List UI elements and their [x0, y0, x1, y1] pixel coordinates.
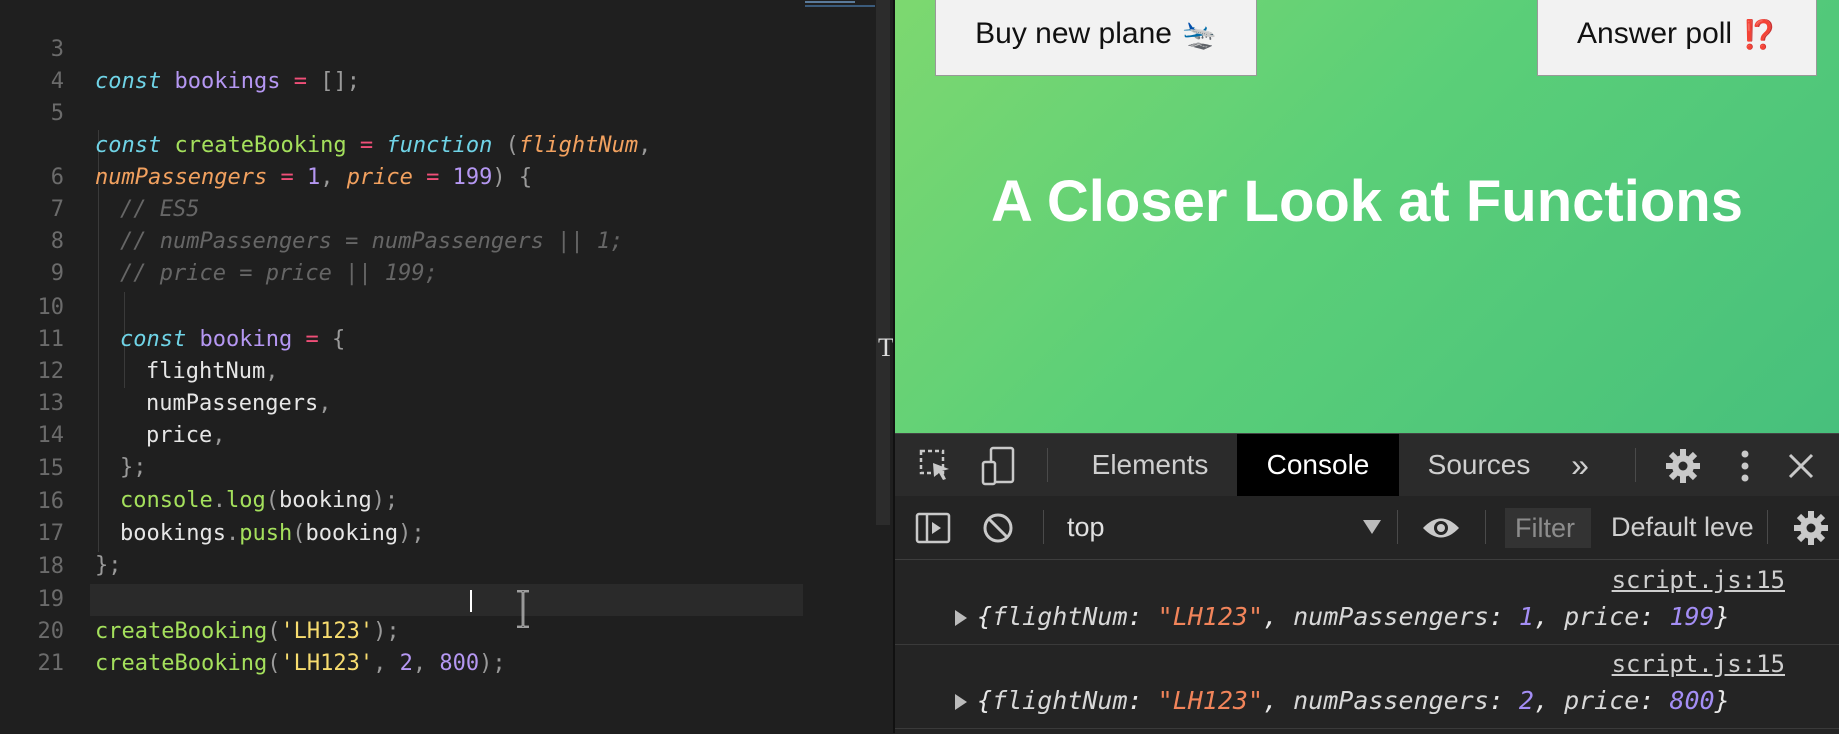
filter-input[interactable]: Filter	[1505, 508, 1591, 548]
ibeam-cursor-icon	[517, 590, 529, 628]
code-line: 17 };	[0, 486, 893, 578]
editor-scrollbar[interactable]	[876, 0, 890, 525]
console-toolbar: top Filter Default levels	[895, 496, 1839, 560]
answer-poll-button[interactable]: Answer poll ⁉️	[1537, 0, 1817, 76]
devtools-panel: Elements Console Sources » top Filter De…	[895, 433, 1839, 734]
buy-plane-label: Buy new plane	[975, 17, 1172, 50]
tab-divider	[1635, 448, 1636, 482]
code-line: 11 flightNum,	[0, 292, 893, 384]
expand-triangle-icon[interactable]	[955, 694, 967, 710]
console-log-entry: script.js:15 {flightNum: "LH123", numPas…	[895, 644, 1839, 729]
tab-elements[interactable]: Elements	[1075, 434, 1225, 496]
chevron-down-icon[interactable]	[1363, 520, 1381, 534]
code-line: 7 // numPassengers = numPassengers || 1;	[0, 162, 893, 254]
code-line: 8 // price = price || 199;	[0, 194, 893, 286]
close-icon[interactable]	[1783, 448, 1819, 484]
expand-triangle-icon[interactable]	[955, 610, 967, 626]
split-resize-icon[interactable]: T	[878, 333, 893, 363]
log-object[interactable]: {flightNum: "LH123", numPassengers: 1, p…	[977, 602, 1730, 631]
log-levels-dropdown[interactable]: Default levels	[1611, 496, 1753, 559]
settings-gear-icon[interactable]	[1663, 446, 1703, 486]
code-line: 3 const bookings = [];	[0, 2, 893, 94]
more-tabs-button[interactable]: »	[1555, 434, 1605, 496]
answer-poll-label: Answer poll	[1577, 17, 1733, 50]
clear-console-icon[interactable]	[979, 509, 1017, 547]
code-line: 18	[0, 519, 893, 579]
page-title: A Closer Look at Functions	[991, 169, 1743, 234]
context-selector[interactable]: top	[1067, 496, 1105, 559]
buy-plane-button[interactable]: Buy new plane 🛬	[935, 0, 1257, 76]
text-caret	[470, 590, 472, 612]
code-line: 20 createBooking('LH123', 2, 800);	[0, 584, 893, 676]
toolbar-divider	[1767, 510, 1768, 544]
code-line: 5 const createBooking = function (flight…	[0, 66, 893, 158]
console-settings-gear-icon[interactable]	[1791, 508, 1831, 548]
code-line: 14 };	[0, 388, 893, 480]
tab-sources[interactable]: Sources	[1409, 434, 1549, 496]
log-source-link[interactable]: script.js:15	[1612, 650, 1785, 678]
code-line: 16 bookings.push(booking);	[0, 454, 893, 546]
tab-console[interactable]: Console	[1237, 434, 1399, 496]
sidebar-toggle-icon[interactable]	[913, 509, 953, 547]
device-toolbar-icon[interactable]	[979, 446, 1019, 486]
eye-icon[interactable]	[1419, 510, 1463, 546]
code-line: 6 // ES5	[0, 130, 893, 222]
code-line: 9	[0, 226, 893, 286]
code-line: 4	[0, 34, 893, 94]
toolbar-divider	[1397, 510, 1398, 544]
code-line: 13 price,	[0, 356, 893, 448]
toolbar-divider	[1043, 510, 1044, 544]
log-object[interactable]: {flightNum: "LH123", numPassengers: 2, p…	[977, 686, 1730, 715]
tab-divider	[1047, 448, 1048, 482]
code-line: numPassengers = 1, price = 199) {	[95, 165, 533, 190]
code-line: 21	[0, 616, 893, 676]
inspect-element-icon[interactable]	[917, 448, 955, 484]
airplane-icon: 🛬	[1181, 18, 1217, 50]
line-number: 21	[37, 651, 65, 676]
toolbar-divider	[1485, 510, 1486, 544]
kebab-menu-icon[interactable]	[1733, 446, 1757, 486]
minimap[interactable]	[805, 0, 875, 8]
log-source-link[interactable]: script.js:15	[1612, 566, 1785, 594]
code-line: 12 numPassengers,	[0, 324, 893, 416]
code-line: 10 const booking = {	[0, 260, 893, 352]
devtools-tab-bar: Elements Console Sources »	[895, 434, 1839, 497]
browser-page: Buy new plane 🛬 Answer poll ⁉️ A Closer …	[895, 0, 1839, 433]
console-log-entry: script.js:15 {flightNum: "LH123", numPas…	[895, 560, 1839, 645]
code-editor[interactable]: 3 const bookings = []; 4 5 const createB…	[0, 0, 893, 733]
code-line: 15 console.log(booking);	[0, 421, 893, 513]
interrobang-icon: ⁉️	[1742, 18, 1777, 50]
code-line: 19 createBooking('LH123');	[0, 552, 893, 644]
